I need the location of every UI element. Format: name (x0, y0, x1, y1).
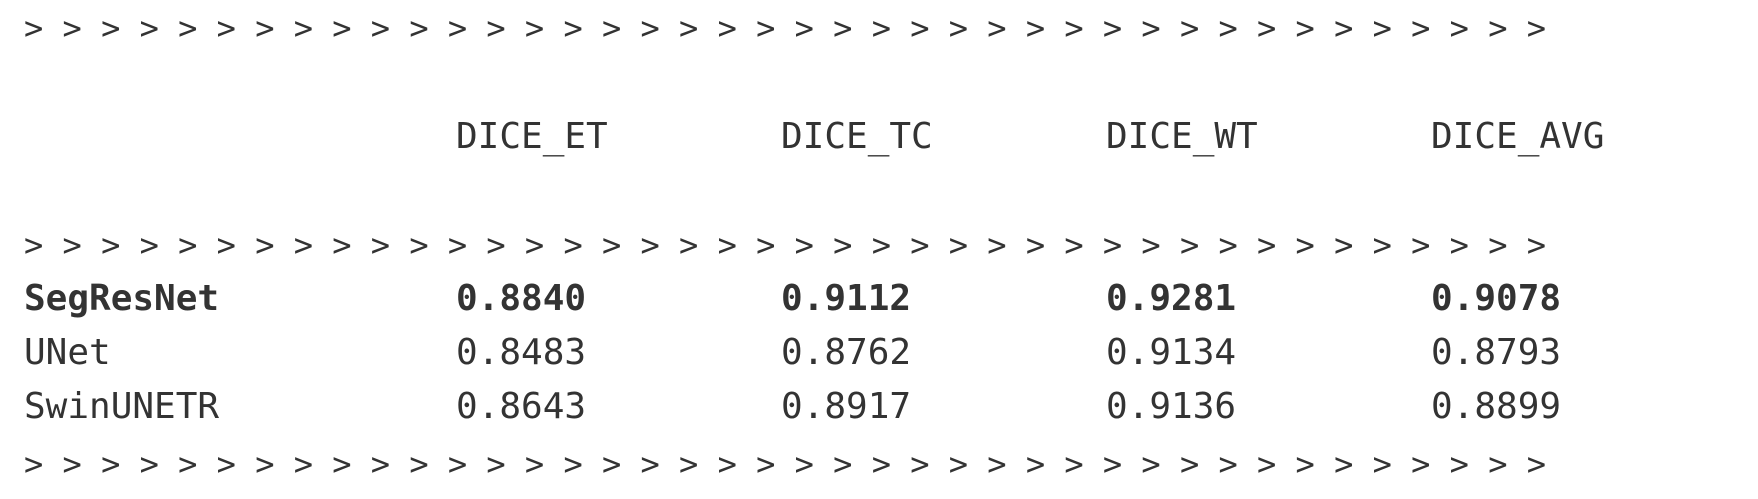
value-dice-et: 0.8643 (456, 386, 587, 427)
model-name: SwinUNETR (24, 386, 220, 427)
value-dice-tc: 0.8762 (781, 332, 912, 373)
value-dice-et: 0.8840 (456, 278, 587, 319)
value-dice-wt: 0.9281 (1106, 278, 1237, 319)
header-dice-et: DICE_ET (456, 116, 608, 157)
value-dice-avg: 0.8793 (1431, 332, 1562, 373)
value-dice-wt: 0.9134 (1106, 332, 1237, 373)
separator-middle: > > > > > > > > > > > > > > > > > > > > … (24, 226, 1546, 264)
model-name: UNet (24, 332, 111, 373)
header-dice-tc: DICE_TC (781, 116, 933, 157)
header-dice-avg: DICE_AVG (1431, 116, 1605, 157)
model-name: SegResNet (24, 278, 220, 319)
value-dice-tc: 0.8917 (781, 386, 912, 427)
value-dice-et: 0.8483 (456, 332, 587, 373)
separator-top: > > > > > > > > > > > > > > > > > > > > … (24, 9, 1546, 47)
value-dice-wt: 0.9136 (1106, 386, 1237, 427)
value-dice-avg: 0.9078 (1431, 278, 1562, 319)
value-dice-avg: 0.8899 (1431, 386, 1562, 427)
value-dice-tc: 0.9112 (781, 278, 912, 319)
header-dice-wt: DICE_WT (1106, 116, 1258, 157)
separator-bottom: > > > > > > > > > > > > > > > > > > > > … (24, 445, 1546, 483)
